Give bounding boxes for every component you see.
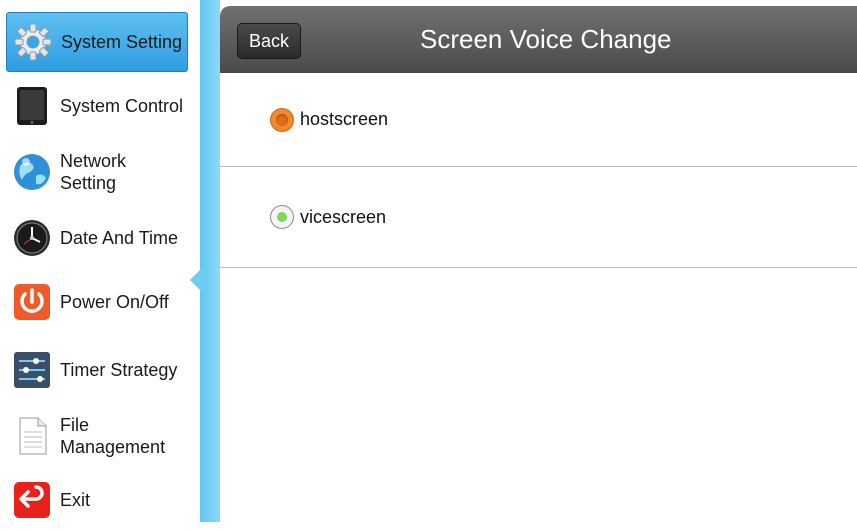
sidebar-item-date-and-time[interactable]: Date And Time [6, 208, 188, 268]
tablet-icon [12, 86, 52, 126]
sidebar-item-label: Date And Time [60, 228, 179, 248]
radio-button-selected[interactable] [270, 107, 294, 132]
sidebar: System Setting System Control Network Se… [0, 0, 200, 522]
page-title: Screen Voice Change [420, 24, 672, 54]
sidebar-item-label: File Management [60, 415, 166, 457]
options-panel: hostscreen vicescreen [220, 73, 857, 522]
globe-icon [12, 152, 52, 192]
sidebar-item-system-control[interactable]: System Control [6, 76, 188, 136]
radio-button-unselected[interactable] [270, 205, 294, 229]
sidebar-item-exit[interactable]: Exit [6, 470, 188, 530]
exit-icon [12, 480, 52, 520]
sidebar-item-label: System Setting [61, 32, 183, 52]
sidebar-item-file-management[interactable]: File Management [6, 406, 188, 466]
sidebar-item-label: System Control [60, 96, 184, 116]
sidebar-item-timer-strategy[interactable]: Timer Strategy [6, 340, 188, 400]
sidebar-item-label: Network Setting [60, 151, 127, 193]
sliders-icon [12, 350, 52, 390]
sidebar-item-power-on-off[interactable]: Power On/Off [6, 272, 188, 332]
sidebar-item-label: Power On/Off [60, 292, 169, 312]
header-bar: Back Screen Voice Change [220, 6, 857, 73]
sidebar-item-system-setting[interactable]: System Setting [6, 12, 188, 72]
decorative-stripe [200, 0, 220, 522]
option-label: hostscreen [300, 109, 389, 129]
power-icon [12, 282, 52, 322]
back-button[interactable]: Back [237, 23, 301, 59]
sidebar-item-network-setting[interactable]: Network Setting [6, 142, 188, 202]
divider [220, 267, 857, 268]
option-vicescreen[interactable]: vicescreen [220, 167, 857, 267]
document-icon [12, 416, 52, 456]
clock-icon [12, 218, 52, 258]
back-button-label: Back [248, 30, 290, 51]
sidebar-item-label: Exit [60, 490, 91, 510]
sidebar-item-label: Timer Strategy [60, 360, 178, 380]
option-hostscreen[interactable]: hostscreen [220, 73, 857, 166]
option-label: vicescreen [300, 206, 387, 227]
gear-icon [13, 22, 53, 62]
active-indicator-notch [190, 262, 208, 298]
